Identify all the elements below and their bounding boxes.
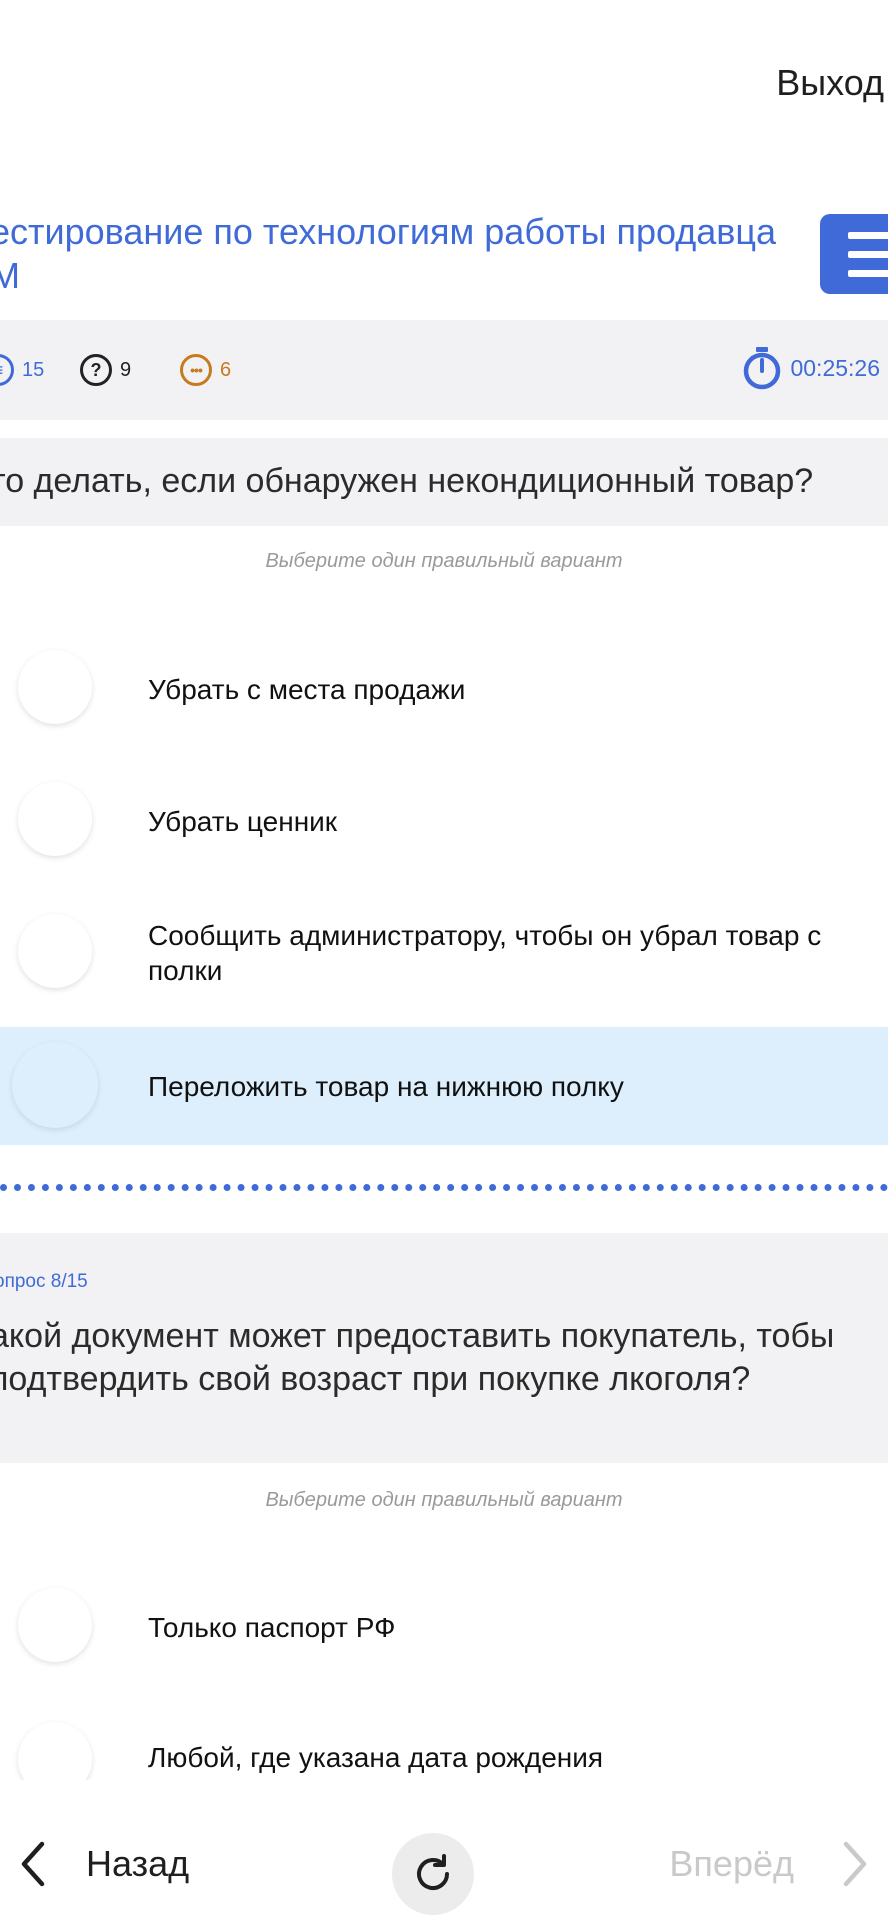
question-hint: Выберите один правильный вариант [265, 550, 623, 572]
stats-bar: ≡ 15 ? 9 ••• 6 00:25:26 [0, 320, 888, 420]
question-mark-icon: ? [80, 354, 112, 386]
title-row: естирование по технологиям работы продав… [0, 200, 888, 310]
ellipsis-icon: ••• [180, 354, 212, 386]
question-card: опрос 8/15 акой документ может предостав… [0, 1233, 888, 1463]
radio-button[interactable] [18, 650, 92, 724]
chevron-right-icon [843, 1841, 867, 1887]
stopwatch-icon [744, 347, 781, 390]
answer-option[interactable]: Только паспорт РФ [0, 1578, 888, 1678]
refresh-button[interactable] [392, 1833, 474, 1915]
radio-button[interactable] [18, 1588, 92, 1662]
answer-option[interactable]: Сообщить администратору, чтобы он убрал … [0, 904, 888, 1004]
unanswered-count: 9 [120, 358, 132, 381]
skipped-count: 6 [220, 358, 232, 381]
list-icon: ≡ [0, 354, 14, 386]
radio-button[interactable] [18, 782, 92, 856]
chevron-left-icon [21, 1841, 45, 1887]
answer-option[interactable]: Любой, где указана дата рождения [0, 1712, 888, 1780]
question-divider [0, 1184, 888, 1191]
option-label: Только паспорт РФ [148, 1612, 396, 1643]
question-text: то делать, если обнаружен некондиционный… [0, 462, 814, 500]
question-hint: Выберите один правильный вариант [265, 1489, 623, 1511]
question-card: то делать, если обнаружен некондиционный… [0, 438, 888, 526]
option-label: Сообщить администратору, чтобы он убрал … [148, 920, 822, 986]
answer-option[interactable]: Убрать ценник [0, 772, 888, 872]
radio-button[interactable] [18, 1722, 92, 1780]
option-label: Переложить товар на нижнюю полку [148, 1071, 624, 1102]
question-number: опрос 8/15 [0, 1271, 88, 1292]
back-label: Назад [86, 1843, 190, 1884]
question-text: акой документ может предоставить покупат… [0, 1317, 835, 1398]
answer-option[interactable]: Убрать с места продажи [0, 640, 888, 740]
top-bar: Выход [0, 0, 888, 165]
refresh-icon [417, 1854, 449, 1890]
total-questions-stat: ≡ 15 [0, 354, 44, 386]
menu-button[interactable] [820, 214, 888, 294]
radio-button[interactable] [18, 914, 92, 988]
option-label: Любой, где указана дата рождения [148, 1742, 604, 1773]
total-count: 15 [22, 358, 45, 381]
radio-button[interactable] [12, 1042, 98, 1128]
timer: 00:25:26 [742, 346, 880, 390]
logout-button[interactable]: Выход [776, 62, 884, 104]
test-title: естирование по технологиям работы продав… [0, 211, 777, 296]
unanswered-stat: ? 9 [80, 354, 131, 386]
option-label: Убрать ценник [148, 806, 338, 837]
answer-option-selected[interactable]: Переложить товар на нижнюю полку [0, 1027, 888, 1145]
option-label: Убрать с места продажи [148, 674, 466, 705]
bottom-nav: Назад Вперёд [0, 1780, 888, 1920]
skipped-stat: ••• 6 [180, 354, 231, 386]
back-button[interactable]: Назад [18, 1840, 189, 1888]
timer-value: 00:25:26 [790, 354, 880, 381]
forward-label: Вперёд [669, 1843, 794, 1884]
forward-button[interactable]: Вперёд [669, 1840, 870, 1888]
